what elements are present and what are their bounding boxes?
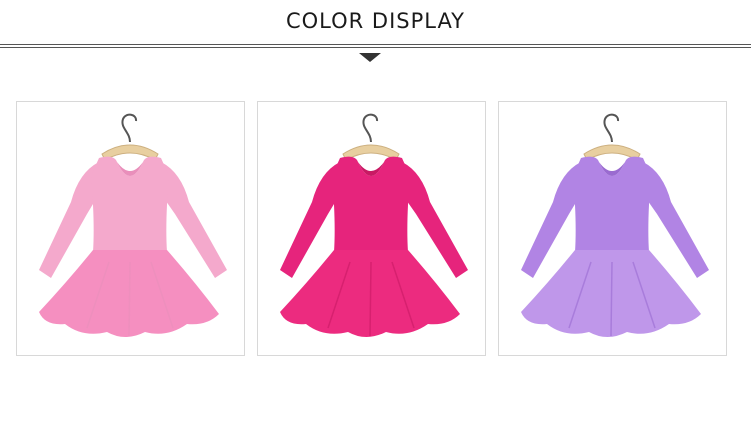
bodice xyxy=(332,156,410,252)
color-gallery xyxy=(0,0,751,423)
product-card-purple[interactable] xyxy=(498,101,727,356)
skirt-fold xyxy=(369,261,372,337)
skirt-fold xyxy=(128,261,131,337)
dress-image xyxy=(39,113,227,337)
hanger-hook-icon xyxy=(121,113,138,143)
skirt-fold xyxy=(610,261,613,337)
dress-image xyxy=(280,113,468,337)
bodice xyxy=(573,156,651,252)
product-card-pink[interactable] xyxy=(16,101,245,356)
bodice xyxy=(91,156,169,252)
hanger-hook-icon xyxy=(603,113,620,143)
product-card-rose-red[interactable] xyxy=(257,101,486,356)
dress-image xyxy=(521,113,709,337)
hanger-hook-icon xyxy=(362,113,379,143)
